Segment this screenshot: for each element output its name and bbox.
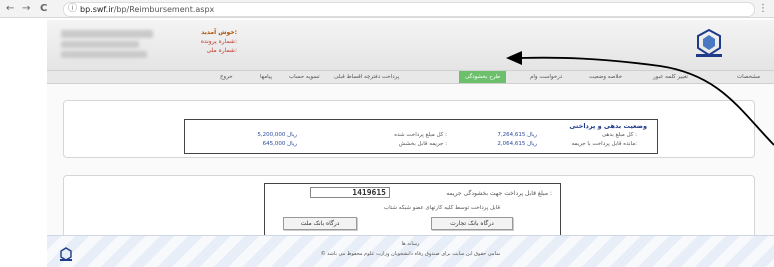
annotation-arrow-icon <box>506 51 774 146</box>
